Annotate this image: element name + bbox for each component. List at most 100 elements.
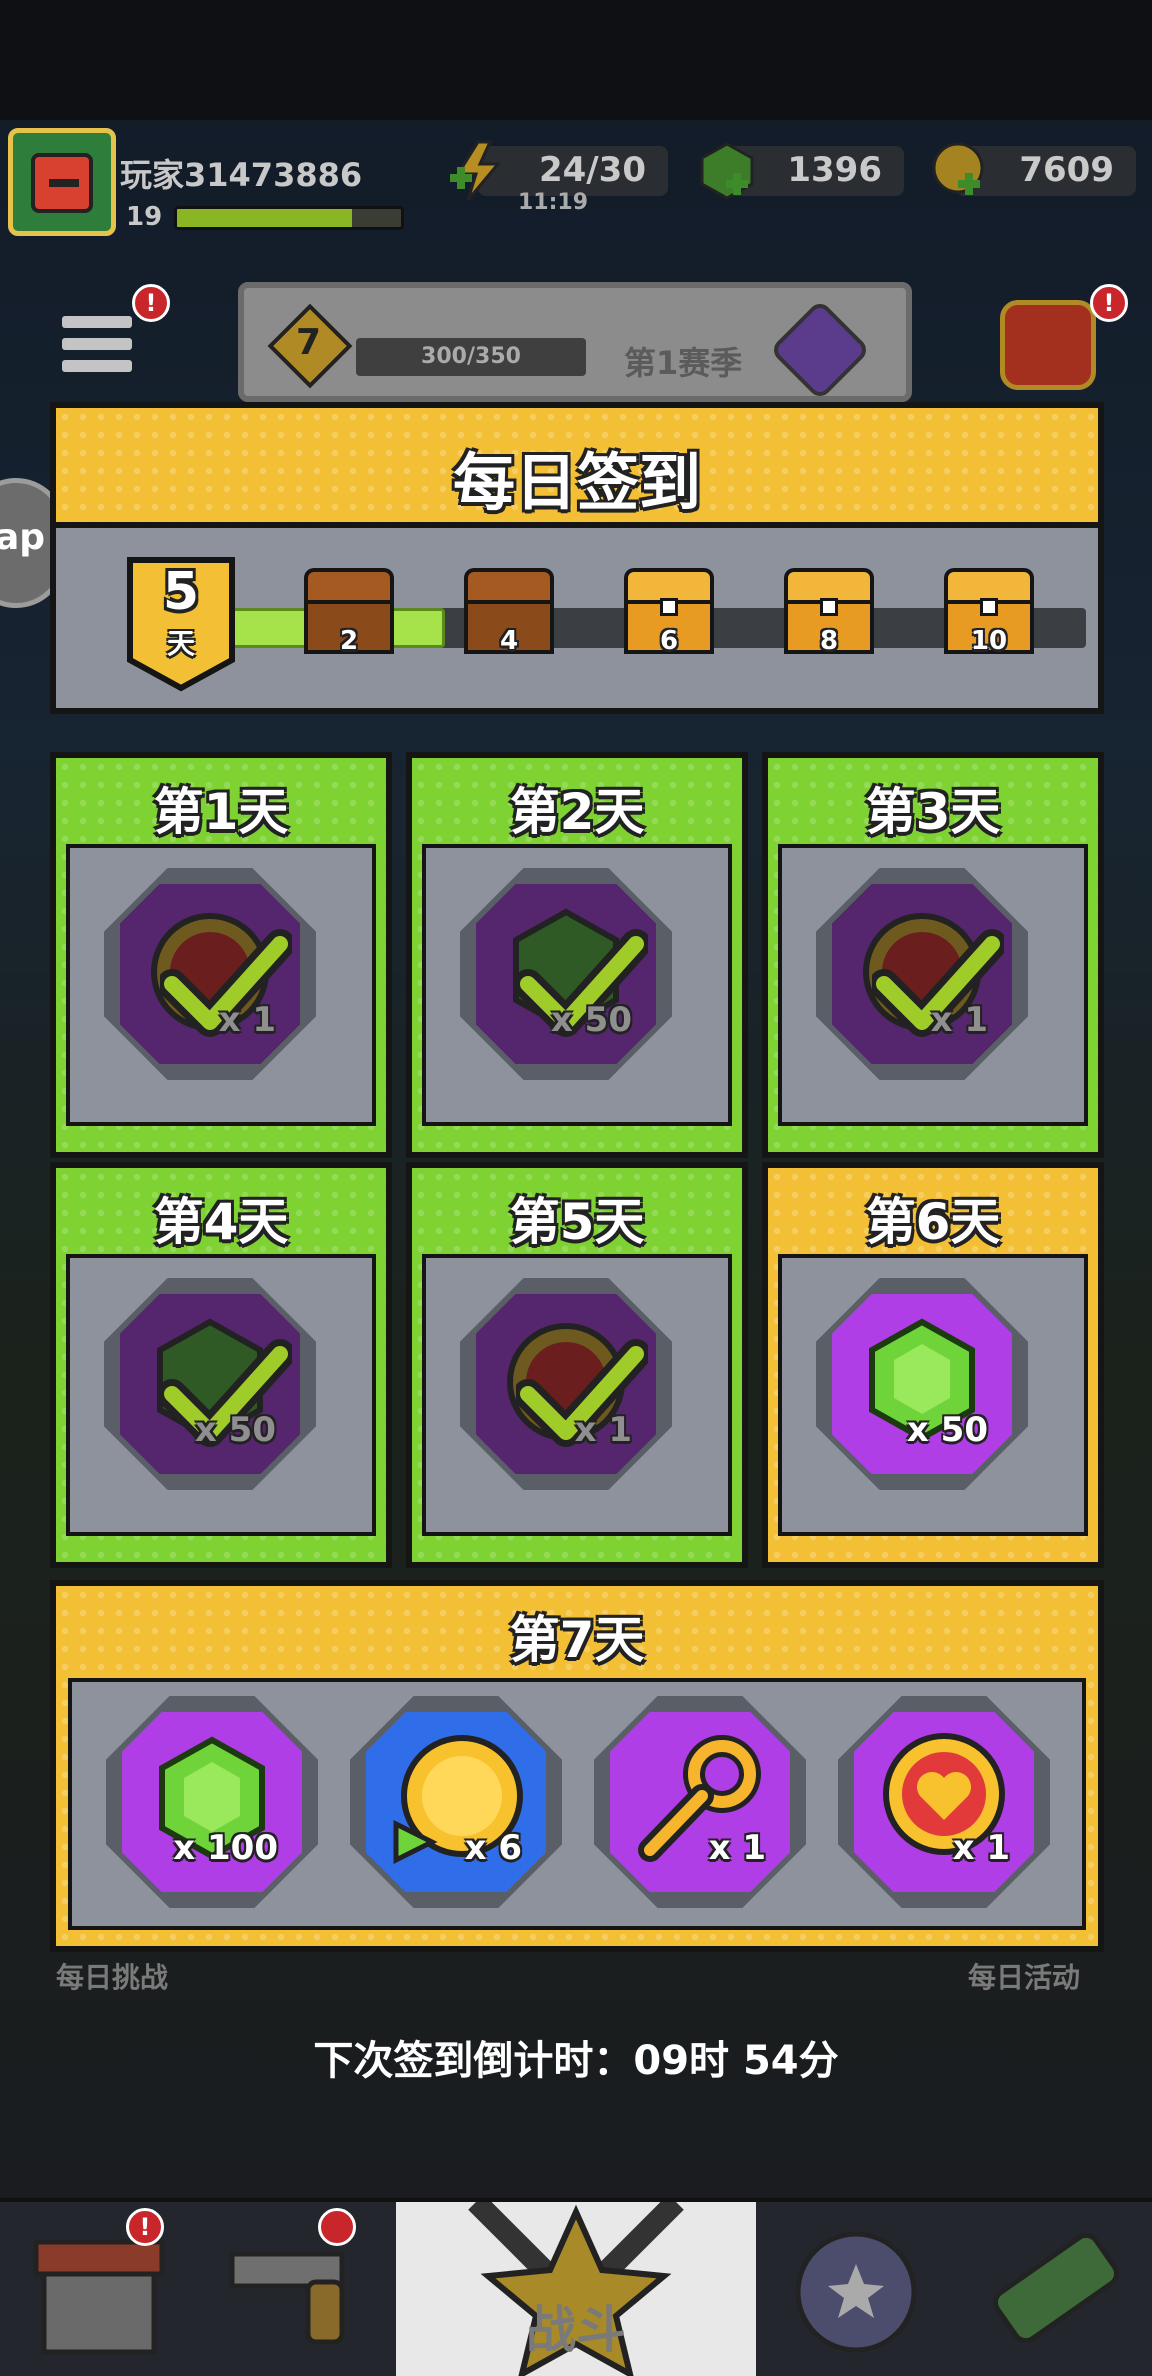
player-name: 玩家31473886 <box>120 156 363 194</box>
day-card-2[interactable]: 第2天 x 50 <box>406 752 748 1158</box>
reward-tile: x 1 <box>120 884 300 1064</box>
reward-tile: x 1 <box>854 1712 1034 1892</box>
energy-bolt-icon <box>450 140 502 201</box>
reward-slot: x 1 <box>838 1696 1050 1908</box>
next-checkin-countdown: 下次签到倒计时：09时 54分 <box>0 2028 1152 2086</box>
day-label: 第6天 <box>865 1193 1001 1251</box>
devil-event-icon[interactable] <box>1000 300 1096 390</box>
day-card-6[interactable]: 第6天 x 50 <box>762 1162 1104 1568</box>
milestone-days: 4 <box>499 626 519 656</box>
season-level: 7 <box>296 322 322 363</box>
nav-weapon-tab[interactable] <box>198 2202 394 2376</box>
revolver-icon <box>229 2251 345 2345</box>
lock-icon <box>980 598 998 616</box>
battle-tab-label: 战斗 <box>526 2301 626 2359</box>
player-avatar[interactable] <box>8 128 116 236</box>
menu-notification-badge: ! <box>132 284 170 322</box>
energy-timer: 11:19 <box>518 190 589 215</box>
reward-slot: x 1 <box>104 868 316 1080</box>
countdown-value: 09时 54分 <box>633 2038 839 2084</box>
day-label: 第1天 <box>153 783 289 841</box>
reward-qty: x 50 <box>550 1000 632 1040</box>
milestone-days: 8 <box>819 626 839 656</box>
avatar-face <box>31 153 93 213</box>
nav-badges-tab[interactable] <box>758 2202 954 2376</box>
gem-icon <box>700 142 754 200</box>
reward-qty: x 1 <box>574 1410 632 1450</box>
milestone-chest-8[interactable]: 8 <box>784 568 874 656</box>
reward-slot: x 50 <box>816 1278 1028 1490</box>
gem-value: 1396 <box>787 150 882 190</box>
milestone-chest-6[interactable]: 6 <box>624 568 714 656</box>
reward-panel: x 100 x 6 x 1 x 1 <box>68 1678 1086 1930</box>
player-level: 19 <box>126 202 163 232</box>
reward-qty: x 1 <box>218 1000 276 1040</box>
day-card-4[interactable]: 第4天 x 50 <box>50 1162 392 1568</box>
season-name: 第1赛季 <box>624 344 743 382</box>
day-label: 第5天 <box>509 1193 645 1251</box>
milestone-days: 10 <box>970 626 1008 656</box>
reward-tile: x 50 <box>476 884 656 1064</box>
reward-tile: x 50 <box>832 1294 1012 1474</box>
streak-days-badge: 5 天 <box>126 556 236 692</box>
shop-notification-badge: ! <box>126 2208 164 2246</box>
streak-days: 5 <box>162 562 200 622</box>
reward-qty: x 1 <box>952 1828 1010 1868</box>
nav-shop-tab[interactable]: ! <box>0 2202 196 2376</box>
reward-slot: x 50 <box>460 868 672 1080</box>
reward-panel: x 1 <box>66 844 376 1126</box>
dna-capsule-icon <box>993 2232 1119 2344</box>
milestone-chest-10[interactable]: 10 <box>944 568 1034 656</box>
milestone-days: 6 <box>659 626 679 656</box>
daily-challenge-label[interactable]: 每日挑战 <box>56 1956 168 1996</box>
day-card-7[interactable]: 第7天 x 100 x 6 x 1 x 1 <box>50 1580 1104 1952</box>
daily-event-label[interactable]: 每日活动 <box>968 1956 1080 1996</box>
reward-tile: x 1 <box>832 884 1012 1064</box>
reward-panel: x 50 <box>778 1254 1088 1536</box>
milestone-chest-4[interactable]: 4 <box>464 568 554 656</box>
menu-icon[interactable] <box>62 316 132 386</box>
day-label: 第2天 <box>509 783 645 841</box>
day-label: 第4天 <box>153 1193 289 1251</box>
reward-tile: x 100 <box>122 1712 302 1892</box>
reward-qty: x 50 <box>906 1410 988 1450</box>
status-strip <box>0 0 1152 120</box>
reward-panel: x 1 <box>422 1254 732 1536</box>
energy-value: 24/30 <box>538 150 646 190</box>
reward-qty: x 1 <box>930 1000 988 1040</box>
day-label: 第7天 <box>509 1611 645 1669</box>
milestone-chest-2[interactable]: 2 <box>304 568 394 656</box>
season-badge-icon <box>769 299 871 401</box>
reward-panel: x 1 <box>778 844 1088 1126</box>
reward-tile: x 1 <box>610 1712 790 1892</box>
season-pass-bar[interactable]: 7 300/350 第1赛季 <box>238 282 912 402</box>
reward-slot: x 1 <box>816 868 1028 1080</box>
reward-slot: x 1 <box>460 1278 672 1490</box>
coin-icon <box>932 142 984 195</box>
day-card-3[interactable]: 第3天 x 1 <box>762 752 1104 1158</box>
badge-ball-icon <box>795 2231 917 2353</box>
countdown-label: 下次签到倒计时： <box>313 2038 634 2084</box>
xp-bar <box>174 206 404 230</box>
reward-qty: x 1 <box>708 1828 766 1868</box>
reward-tile: x 1 <box>476 1294 656 1474</box>
nav-dna-tab[interactable] <box>956 2202 1152 2376</box>
day-card-5[interactable]: 第5天 x 1 <box>406 1162 748 1568</box>
weapon-upgrade-badge <box>318 2208 356 2246</box>
shop-icon <box>33 2239 165 2355</box>
reward-slot: x 6 <box>350 1696 562 1908</box>
reward-qty: x 6 <box>464 1828 522 1868</box>
streak-track-panel: 5 天 2 4 6 8 10 <box>50 522 1104 714</box>
season-progress: 300/350 <box>356 338 586 376</box>
reward-slot: x 50 <box>104 1278 316 1490</box>
reward-panel: x 50 <box>66 1254 376 1536</box>
reward-tile: x 6 <box>366 1712 546 1892</box>
day-label: 第3天 <box>865 783 1001 841</box>
milestone-days: 2 <box>339 626 359 656</box>
lock-icon <box>820 598 838 616</box>
xp-bar-fill <box>177 209 352 227</box>
nav-battle-tab[interactable]: 战斗 <box>396 2194 756 2376</box>
coin-value: 7609 <box>1019 150 1114 190</box>
modal-title: 每日签到 <box>452 446 701 519</box>
day-card-1[interactable]: 第1天 x 1 <box>50 752 392 1158</box>
